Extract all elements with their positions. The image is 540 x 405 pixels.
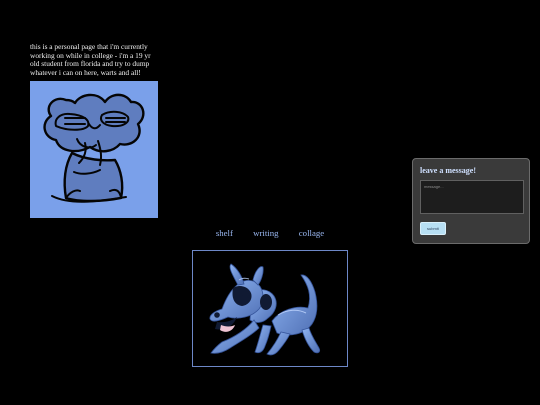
nav-link-writing[interactable]: writing [253,228,278,238]
nav-link-shelf[interactable]: shelf [216,228,233,238]
message-box: leave a message! submit [412,158,530,244]
doodle-avatar-icon [30,81,158,218]
submit-button[interactable]: submit [420,222,446,235]
message-input[interactable] [420,180,524,214]
message-title: leave a message! [420,166,476,175]
dog-photo-icon [192,250,348,367]
intro-text: this is a personal page that i'm current… [30,42,151,77]
nav-link-collage[interactable]: collage [299,228,324,238]
